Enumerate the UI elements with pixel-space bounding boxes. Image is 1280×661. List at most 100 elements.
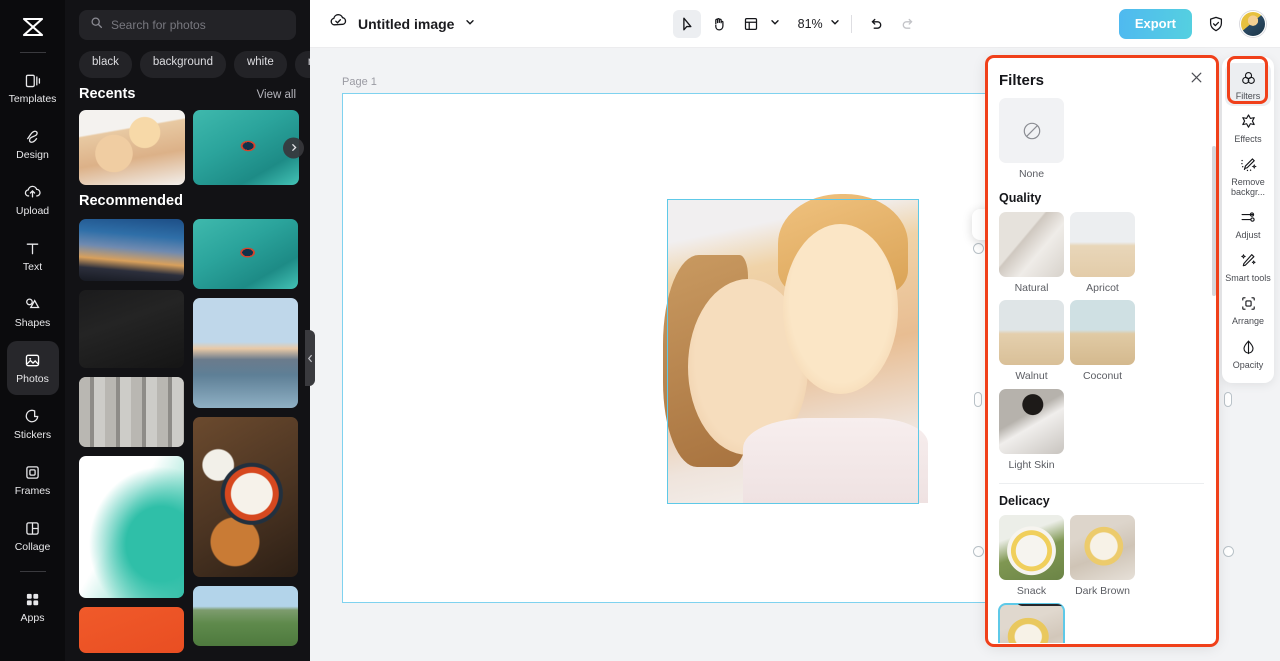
tool-smart-tools[interactable]: Smart tools xyxy=(1225,245,1271,288)
photo-thumb[interactable] xyxy=(193,586,298,646)
photo-thumb[interactable] xyxy=(193,219,298,289)
rail-divider-top xyxy=(19,52,46,53)
filter-cell-apricot[interactable]: Apricot xyxy=(1070,211,1135,295)
resize-handle-right[interactable] xyxy=(1224,392,1232,407)
filter-label: Light Skin xyxy=(1008,458,1055,471)
tool-adjust[interactable]: Adjust xyxy=(1225,202,1271,245)
sidebar-item-apps[interactable]: Apps xyxy=(7,580,59,634)
resize-handle-top-left[interactable] xyxy=(973,243,984,254)
tag-chip[interactable]: black xyxy=(79,51,132,78)
top-toolbar: Untitled image 81% Export xyxy=(310,0,1280,48)
filter-thumb: Adjust xyxy=(998,602,1065,643)
resize-handle-bottom-left[interactable] xyxy=(973,546,984,557)
select-tool-button[interactable] xyxy=(673,9,702,38)
layout-tool-button[interactable] xyxy=(737,10,765,38)
filter-thumb xyxy=(999,211,1064,277)
filter-cell-walnut[interactable]: Walnut xyxy=(999,300,1064,383)
recents-carousel xyxy=(65,110,310,185)
sidebar-item-frames[interactable]: Frames xyxy=(7,453,59,507)
resize-handle-left[interactable] xyxy=(974,392,982,407)
tool-opacity[interactable]: Opacity xyxy=(1225,332,1271,375)
sidebar-item-collage[interactable]: Collage xyxy=(7,509,59,563)
recommended-header: Recommended xyxy=(65,185,310,217)
capcut-logo-icon[interactable] xyxy=(13,8,53,46)
recents-view-all-link[interactable]: View all xyxy=(257,89,296,101)
search-box[interactable] xyxy=(79,10,296,40)
filter-group-title-delicacy: Delicacy xyxy=(999,494,1050,509)
filter-cell-none[interactable]: None xyxy=(999,98,1064,181)
photo-thumb[interactable] xyxy=(79,219,184,281)
sidebar-item-photos[interactable]: Photos xyxy=(6,341,59,395)
photo-thumb[interactable] xyxy=(79,377,184,447)
sidebar-item-upload[interactable]: Upload xyxy=(7,173,59,227)
chevron-down-icon[interactable] xyxy=(464,15,476,33)
chevron-down-icon[interactable] xyxy=(769,15,781,33)
sidebar-item-stickers[interactable]: Stickers xyxy=(7,397,59,451)
filter-cell-snack[interactable]: Snack xyxy=(999,515,1064,598)
chevron-down-icon[interactable] xyxy=(829,15,841,33)
user-avatar[interactable] xyxy=(1239,10,1266,37)
sidebar-item-templates[interactable]: Templates xyxy=(7,61,59,115)
close-icon[interactable] xyxy=(1189,70,1204,90)
photo-thumb[interactable] xyxy=(193,298,298,408)
filter-thumb xyxy=(1070,211,1135,277)
filters-panel-body: None Quality Natural Apricot Walnut Coco… xyxy=(985,98,1218,643)
recents-header: Recents View all xyxy=(65,78,310,110)
group-divider xyxy=(999,483,1204,485)
search-input[interactable] xyxy=(111,18,285,32)
search-icon xyxy=(90,16,103,34)
selected-image-two-girls[interactable] xyxy=(663,193,928,503)
adjust-tooltip: Adjust xyxy=(1017,603,1064,606)
filters-panel: Filters None Quality Natural Apricot Wal… xyxy=(985,57,1218,646)
document-title[interactable]: Untitled image xyxy=(358,16,454,32)
tool-arrange[interactable]: Arrange xyxy=(1225,288,1271,331)
sidebar-item-text[interactable]: Text xyxy=(7,229,59,283)
filter-thumb xyxy=(999,515,1064,581)
tag-chip[interactable]: background xyxy=(139,51,226,78)
tool-effects[interactable]: Effects xyxy=(1225,106,1271,149)
section-title: Recommended xyxy=(79,193,183,209)
resize-handle-bottom-right[interactable] xyxy=(1223,546,1234,557)
filter-cell-dark-brown[interactable]: Dark Brown xyxy=(1070,515,1135,598)
tool-remove-background[interactable]: Remove backgr... xyxy=(1225,149,1271,202)
filters-panel-header: Filters xyxy=(985,57,1218,98)
tool-label: Smart tools xyxy=(1225,273,1271,284)
search-wrapper xyxy=(65,0,310,40)
photo-thumb[interactable] xyxy=(79,607,184,653)
redo-button[interactable] xyxy=(894,10,922,38)
chevron-right-icon[interactable] xyxy=(283,137,304,158)
rail-divider-bottom xyxy=(19,571,46,572)
filters-panel-scrollbar[interactable] xyxy=(1212,146,1216,296)
section-title: Recents xyxy=(79,86,136,102)
tool-label: Adjust xyxy=(1235,230,1261,241)
photos-panel: black background white n Recents View al… xyxy=(65,0,310,661)
recommended-grid xyxy=(65,219,310,653)
sidebar-item-design[interactable]: Design xyxy=(7,117,59,171)
sidebar-item-label: Design xyxy=(16,148,49,161)
tool-filters[interactable]: Filters xyxy=(1225,63,1271,107)
tag-chip[interactable]: white xyxy=(233,51,287,78)
filter-label: Natural xyxy=(1014,281,1049,294)
sidebar-item-label: Upload xyxy=(15,204,50,217)
filter-cell-miso[interactable]: Adjust Miso xyxy=(998,602,1065,643)
filter-thumb xyxy=(1070,300,1135,366)
recent-photo-thumb[interactable] xyxy=(79,110,185,185)
shield-check-icon[interactable] xyxy=(1202,10,1230,38)
export-button[interactable]: Export xyxy=(1118,8,1192,39)
filter-cell-light-skin[interactable]: Light Skin xyxy=(999,388,1064,472)
sidebar-item-shapes[interactable]: Shapes xyxy=(7,285,59,339)
filter-cell-natural[interactable]: Natural xyxy=(999,211,1064,295)
filter-label: Walnut xyxy=(1015,370,1048,383)
tag-chip[interactable]: n xyxy=(294,51,310,78)
filter-grid-delicacy: Snack Dark Brown Adjust Mi xyxy=(998,515,1204,643)
hand-tool-button[interactable] xyxy=(705,10,733,38)
panel-collapse-handle[interactable] xyxy=(305,330,315,386)
undo-button[interactable] xyxy=(862,10,890,38)
sidebar-item-label: Collage xyxy=(14,540,51,553)
canvas-tools-group: 81% xyxy=(673,9,922,38)
sidebar-item-label: Shapes xyxy=(14,316,51,329)
photo-thumb[interactable] xyxy=(79,290,184,368)
filter-cell-coconut[interactable]: Coconut xyxy=(1070,300,1135,383)
photo-thumb[interactable] xyxy=(79,456,184,598)
photo-thumb[interactable] xyxy=(193,417,298,577)
